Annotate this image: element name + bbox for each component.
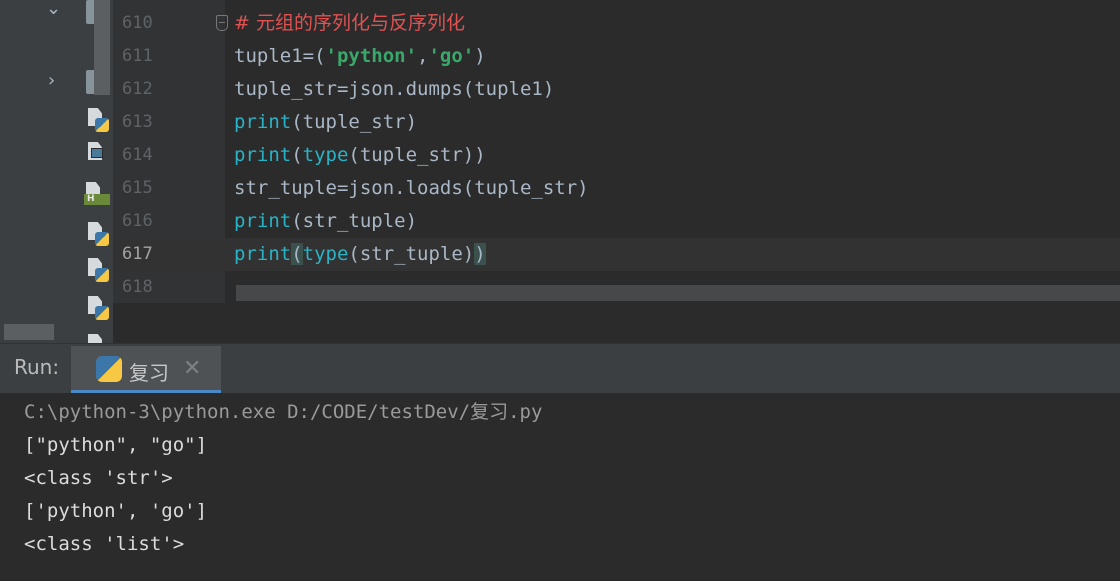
line-number: 617 [122,244,153,264]
project-tree-panel: ⌄ › H [0,0,113,343]
close-icon[interactable]: ✕ [183,356,201,381]
python-file-icon[interactable] [86,258,109,284]
console-output-line: ["python", "go"] [24,434,208,456]
code-token: print [234,210,292,232]
editor-horizontal-scrollbar[interactable] [236,285,1120,301]
image-file-icon[interactable] [86,142,108,168]
console-output-line: ['python', 'go'] [24,500,208,522]
code-line[interactable]: print(type(str_tuple)) [234,238,486,271]
code-token: (tuple_str)) [348,144,486,166]
code-line[interactable]: print(type(tuple_str)) [234,139,486,172]
run-tab-label[interactable]: 复习 [129,357,169,386]
line-number: 615 [122,178,153,198]
line-number: 613 [122,112,153,132]
code-token: 'go' [428,45,475,67]
line-number: 610 [122,13,153,33]
chevron-right-icon[interactable]: › [48,72,55,90]
code-token: ( [291,243,303,265]
code-token: print [234,144,292,166]
code-token: tuple1=( [234,45,326,67]
line-number: 616 [122,211,153,231]
python-file-icon[interactable] [86,296,109,322]
code-token: (str_tuple) [348,243,475,265]
tree-horizontal-scrollbar[interactable] [4,324,54,340]
console-output-line: <class 'str'> [24,467,173,489]
code-token: # 元组的序列化与反序列化 [234,12,465,34]
python-file-icon[interactable] [86,334,108,343]
code-token: , [417,45,429,67]
code-token: tuple_str=json.dumps(tuple1) [234,78,555,100]
code-token: type [302,144,349,166]
console-command-line: C:\python-3\python.exe D:/CODE/testDev/复… [24,401,543,423]
code-token: 'python' [325,45,418,67]
code-token: (str_tuple) [291,210,418,232]
code-line[interactable]: # 元组的序列化与反序列化 [234,7,465,40]
editor-empty-area [113,303,1120,343]
line-number: 612 [122,79,153,99]
run-label: Run: [14,355,60,379]
code-token: type [302,243,349,265]
code-line[interactable]: tuple_str=json.dumps(tuple1) [234,73,554,106]
code-line[interactable]: tuple1=('python','go') [234,40,486,73]
code-token: ) [474,243,486,265]
code-token: (tuple_str) [291,111,418,133]
code-token: ( [291,144,303,166]
python-file-icon[interactable] [86,222,109,248]
code-token: print [234,243,292,265]
chevron-down-icon[interactable]: ⌄ [46,0,61,18]
code-token: ) [474,45,486,67]
html-file-icon[interactable]: H [84,182,110,208]
line-number: 618 [122,277,153,297]
python-file-icon[interactable] [86,108,109,134]
line-number: 614 [122,145,153,165]
console-output-line: <class 'list'> [24,533,185,555]
fold-marker-icon[interactable] [216,15,228,31]
code-token: str_tuple=json.loads(tuple_str) [234,177,589,199]
code-line[interactable]: str_tuple=json.loads(tuple_str) [234,172,589,205]
tree-vertical-scrollbar[interactable] [94,0,110,95]
code-token: print [234,111,292,133]
code-line[interactable]: print(tuple_str) [234,106,417,139]
line-number: 611 [122,46,153,66]
code-line[interactable]: print(str_tuple) [234,205,417,238]
python-run-icon [96,356,122,382]
